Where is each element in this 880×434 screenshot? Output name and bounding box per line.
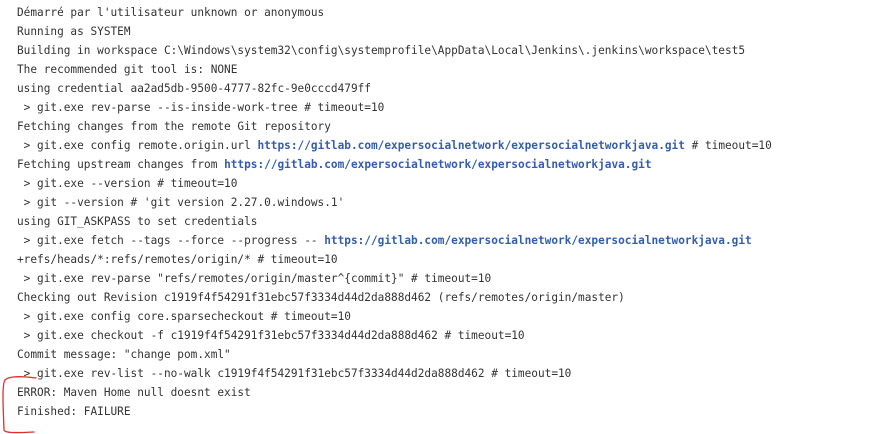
- console-text: > git.exe fetch --tags --force --progres…: [17, 234, 325, 247]
- console-text: Fetching changes from the remote Git rep…: [17, 120, 331, 133]
- console-text: > git.exe checkout -f c1919f4f54291f31eb…: [17, 329, 525, 342]
- console-line: using credential aa2ad5db-9500-4777-82fc…: [17, 79, 772, 98]
- console-line: > git.exe rev-parse --is-inside-work-tre…: [17, 98, 772, 117]
- console-line: > git --version # 'git version 2.27.0.wi…: [17, 193, 772, 212]
- console-text: > git.exe rev-list --no-walk c1919f4f542…: [17, 367, 572, 380]
- console-text: Commit message: "change pom.xml": [17, 348, 231, 361]
- console-line: > git.exe rev-parse "refs/remotes/origin…: [17, 269, 772, 288]
- console-line: Fetching changes from the remote Git rep…: [17, 117, 772, 136]
- console-text: > git.exe rev-parse "refs/remotes/origin…: [17, 272, 492, 285]
- console-line: Building in workspace C:\Windows\system3…: [17, 41, 772, 60]
- console-line: using GIT_ASKPASS to set credentials: [17, 212, 772, 231]
- console-line: > git.exe config core.sparsecheckout # t…: [17, 307, 772, 326]
- repository-link[interactable]: https://gitlab.com/expersocialnetwork/ex…: [257, 139, 684, 152]
- console-line: Fetching upstream changes from https://g…: [17, 155, 772, 174]
- console-text: +refs/heads/*:refs/remotes/origin/* # ti…: [17, 253, 338, 266]
- console-line: The recommended git tool is: NONE: [17, 60, 772, 79]
- console-text: > git.exe config core.sparsecheckout # t…: [17, 310, 351, 323]
- console-text: Building in workspace C:\Windows\system3…: [17, 44, 746, 57]
- console-text: Finished: FAILURE: [17, 405, 131, 418]
- console-text: > git.exe config remote.origin.url: [17, 139, 258, 152]
- console-text: # timeout=10: [684, 139, 772, 152]
- console-text: Running as SYSTEM: [17, 25, 131, 38]
- console-text: Checking out Revision c1919f4f54291f31eb…: [17, 291, 625, 304]
- console-line: > git.exe --version # timeout=10: [17, 174, 772, 193]
- repository-link[interactable]: https://gitlab.com/expersocialnetwork/ex…: [324, 234, 751, 247]
- console-line: +refs/heads/*:refs/remotes/origin/* # ti…: [17, 250, 772, 269]
- console-text: > git --version # 'git version 2.27.0.wi…: [17, 196, 345, 209]
- console-text: ERROR: Maven Home null doesnt exist: [17, 386, 251, 399]
- console-line: ERROR: Maven Home null doesnt exist: [17, 383, 772, 402]
- console-text: > git.exe rev-parse --is-inside-work-tre…: [17, 101, 385, 114]
- console-line: Démarré par l'utilisateur unknown or ano…: [17, 3, 772, 22]
- console-text: Démarré par l'utilisateur unknown or ano…: [17, 6, 325, 19]
- console-text: using GIT_ASKPASS to set credentials: [17, 215, 258, 228]
- console-text: Fetching upstream changes from: [17, 158, 225, 171]
- console-line: Running as SYSTEM: [17, 22, 772, 41]
- console-line: > git.exe config remote.origin.url https…: [17, 136, 772, 155]
- console-line: > git.exe checkout -f c1919f4f54291f31eb…: [17, 326, 772, 345]
- repository-link[interactable]: https://gitlab.com/expersocialnetwork/ex…: [224, 158, 651, 171]
- console-line: > git.exe rev-list --no-walk c1919f4f542…: [17, 364, 772, 383]
- console-line: Checking out Revision c1919f4f54291f31eb…: [17, 288, 772, 307]
- console-text: > git.exe --version # timeout=10: [17, 177, 238, 190]
- console-output: Démarré par l'utilisateur unknown or ano…: [17, 3, 772, 421]
- console-text: The recommended git tool is: NONE: [17, 63, 238, 76]
- console-text: using credential aa2ad5db-9500-4777-82fc…: [17, 82, 371, 95]
- console-line: > git.exe fetch --tags --force --progres…: [17, 231, 772, 250]
- console-line: Finished: FAILURE: [17, 402, 772, 421]
- console-line: Commit message: "change pom.xml": [17, 345, 772, 364]
